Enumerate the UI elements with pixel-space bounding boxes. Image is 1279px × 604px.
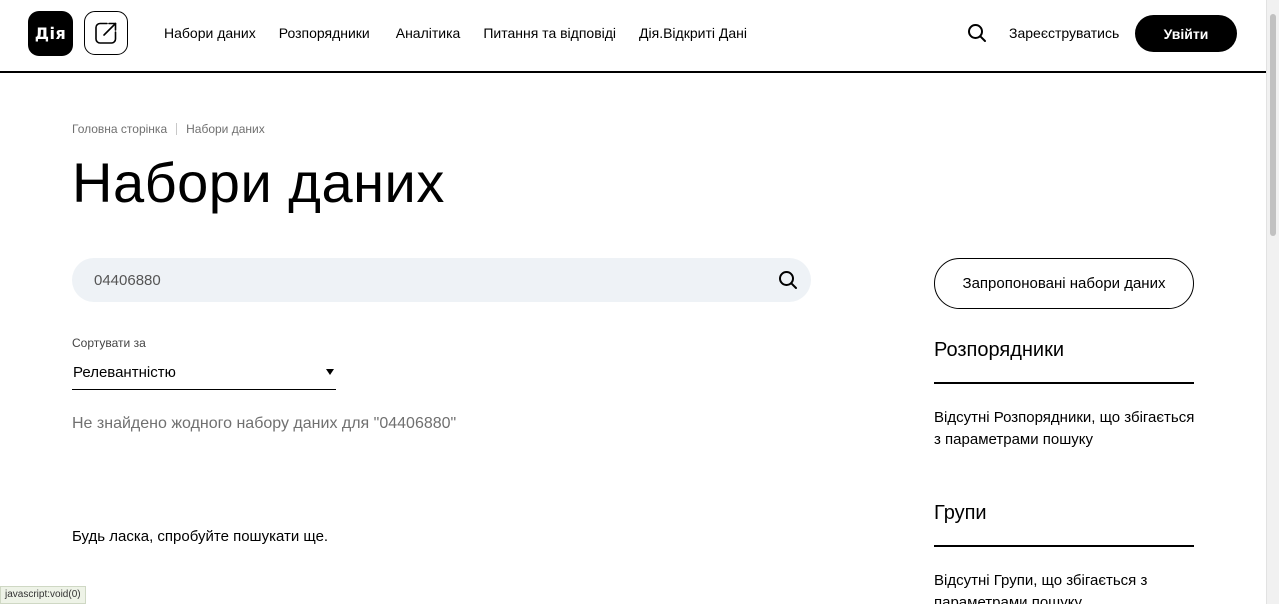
sort-selected-value: Релевантністю bbox=[73, 364, 176, 381]
site-header: Дія Набори даних Розпорядники Аналітика … bbox=[0, 0, 1266, 73]
sort-select[interactable]: Релевантністю bbox=[72, 358, 336, 390]
dataset-search bbox=[72, 258, 811, 302]
groups-empty-message: Відсутні Групи, що збігається з параметр… bbox=[934, 572, 1148, 604]
breadcrumb-home[interactable]: Головна сторінка bbox=[72, 122, 167, 136]
page-title: Набори даних bbox=[72, 151, 445, 214]
suggested-datasets-button[interactable]: Запропоновані набори даних bbox=[934, 258, 1194, 309]
register-link[interactable]: Зареєструватись bbox=[1009, 25, 1119, 41]
managers-heading: Розпорядники bbox=[934, 339, 1065, 361]
caret-down-icon bbox=[326, 369, 334, 375]
nav-open-data[interactable]: Дія.Відкриті Дані bbox=[639, 25, 747, 41]
scrollbar-thumb[interactable] bbox=[1270, 14, 1276, 236]
external-link-icon[interactable] bbox=[84, 11, 128, 55]
nav-analytics[interactable]: Аналітика bbox=[396, 25, 461, 41]
managers-empty-message: Відсутні Розпорядники, що збігається з п… bbox=[934, 409, 1195, 448]
try-again-message: Будь ласка, спробуйте пошукати ще. bbox=[72, 528, 329, 545]
breadcrumb-current: Набори даних bbox=[186, 122, 265, 136]
page-scrollbar[interactable] bbox=[1266, 0, 1279, 604]
login-button[interactable]: Увійти bbox=[1135, 15, 1237, 52]
browser-status-bar: javascript:void(0) bbox=[0, 586, 86, 604]
breadcrumb-separator bbox=[176, 123, 178, 135]
nav-faq[interactable]: Питання та відповіді bbox=[483, 25, 616, 41]
groups-heading: Групи bbox=[934, 502, 987, 524]
groups-divider bbox=[934, 545, 1194, 547]
main-nav: Набори даних Розпорядники Аналітика Пита… bbox=[164, 0, 770, 66]
nav-datasets[interactable]: Набори даних bbox=[164, 25, 256, 41]
header-search-icon[interactable] bbox=[967, 23, 987, 43]
nav-managers[interactable]: Розпорядники bbox=[279, 25, 370, 41]
breadcrumb: Головна сторінка Набори даних bbox=[72, 122, 265, 136]
diia-logo[interactable]: Дія bbox=[28, 11, 73, 56]
no-results-message: Не знайдено жодного набору даних для "04… bbox=[72, 415, 457, 432]
managers-divider bbox=[934, 382, 1194, 384]
search-input[interactable] bbox=[94, 258, 754, 302]
sort-label: Сортувати за bbox=[72, 336, 146, 350]
search-icon[interactable] bbox=[778, 270, 798, 290]
